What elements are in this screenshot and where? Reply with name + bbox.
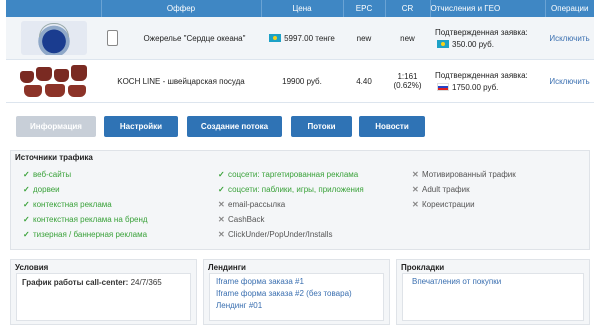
header-offer: Оффер: [101, 0, 262, 17]
source-item: ✕ Мотивированный трафик: [412, 170, 516, 179]
source-item: ✕ Кореистрации: [412, 200, 475, 209]
offer-price: 5997.00 тенге: [284, 33, 335, 43]
callcenter-line: График работы call-center: 24/7/365: [22, 278, 162, 287]
offers-table: Оффер Цена EPC CR Отчисления и ГЕО Опера…: [6, 0, 594, 103]
prelandings-title: Прокладки: [401, 263, 445, 272]
geo-value: 350.00 руб.: [452, 39, 494, 49]
kz-flag-icon: [437, 40, 449, 49]
source-item: ✕ Adult трафик: [412, 185, 470, 194]
offer-price: 19900 руб.: [261, 59, 343, 103]
exclude-link[interactable]: Исключить: [549, 77, 589, 86]
source-item: ✓ контекстная реклама на бренд: [23, 215, 148, 224]
tab-information[interactable]: Информация: [16, 116, 96, 137]
header-image: [6, 0, 102, 17]
sources-column-2: ✓ соцсети: таргетированная реклама ✓ соцсе…: [218, 167, 364, 242]
source-item: ✕ email-рассылка: [218, 200, 286, 209]
header-geo: Отчисления и ГЕО: [430, 0, 546, 17]
header-price: Цена: [261, 0, 344, 17]
table-header-row: Оффер Цена EPC CR Отчисления и ГЕО Опера…: [6, 0, 594, 17]
tab-streams[interactable]: Потоки: [291, 116, 352, 137]
ru-flag-icon: [437, 83, 449, 92]
landing-link[interactable]: Iframe форма заказа #2 (без товара): [216, 289, 352, 298]
geo-label: Подтвержденная заявка:: [435, 27, 528, 37]
source-item: ✓ веб-сайты: [23, 170, 72, 179]
geo-value: 1750.00 руб.: [452, 82, 499, 92]
header-operations: Операции: [545, 0, 594, 17]
mobile-icon: [107, 30, 118, 46]
source-item: ✓ соцсети: таргетированная реклама: [218, 170, 359, 179]
source-item: ✓ контекстная реклама: [23, 200, 112, 209]
landings-title: Лендинги: [208, 263, 246, 272]
prelanding-link[interactable]: Впечатления от покупки: [412, 277, 501, 286]
offer-cr-percent: (0.62%): [393, 81, 422, 90]
cookware-image: [18, 63, 90, 99]
source-item: ✓ дорвеи: [23, 185, 60, 194]
sources-column-1: ✓ веб-сайты ✓ дорвеи ✓ контекстная реклама …: [23, 167, 148, 242]
source-item: ✕ ClickUnder/PopUnder/Installs: [218, 230, 333, 239]
offer-name: KOCH LINE - швейцарская посуда: [101, 59, 261, 103]
offer-epc: new: [343, 17, 385, 60]
necklace-image: [20, 21, 87, 55]
geo-label: Подтвержденная заявка:: [435, 70, 528, 80]
source-item: ✓ соцсети: паблики, игры, приложения: [218, 185, 364, 194]
header-epc: EPC: [343, 0, 386, 17]
offer-epc: 4.40: [343, 59, 385, 103]
tab-create-stream[interactable]: Создание потока: [187, 116, 282, 137]
table-row: Ожерелье "Сердце океана" 5997.00 тенге n…: [6, 17, 594, 60]
source-item: ✕ CashBack: [218, 215, 265, 224]
tab-settings[interactable]: Настройки: [104, 116, 178, 137]
kz-flag-icon: [269, 34, 282, 43]
offer-cr: 1:161: [397, 72, 418, 81]
landing-link[interactable]: Iframe форма заказа #1: [216, 277, 304, 286]
table-row: KOCH LINE - швейцарская посуда 19900 руб…: [6, 59, 594, 103]
tab-news[interactable]: Новости: [359, 116, 425, 137]
landing-link[interactable]: Лендинг #01: [216, 301, 262, 310]
offer-cr: new: [385, 17, 430, 60]
header-cr: CR: [385, 0, 431, 17]
landings-list: Iframe форма заказа #1 Iframe форма зака…: [216, 276, 352, 312]
exclude-link[interactable]: Исключить: [549, 34, 589, 43]
offer-name: Ожерелье "Сердце океана": [143, 33, 246, 43]
prelandings-list: Впечатления от покупки: [412, 276, 501, 288]
conditions-title: Условия: [15, 263, 49, 272]
traffic-sources-title: Источники трафика: [15, 153, 93, 162]
source-item: ✓ тизерная / баннерная реклама: [23, 230, 148, 239]
sources-column-3: ✕ Мотивированный трафик ✕ Adult трафик ✕ Ко…: [412, 167, 516, 212]
